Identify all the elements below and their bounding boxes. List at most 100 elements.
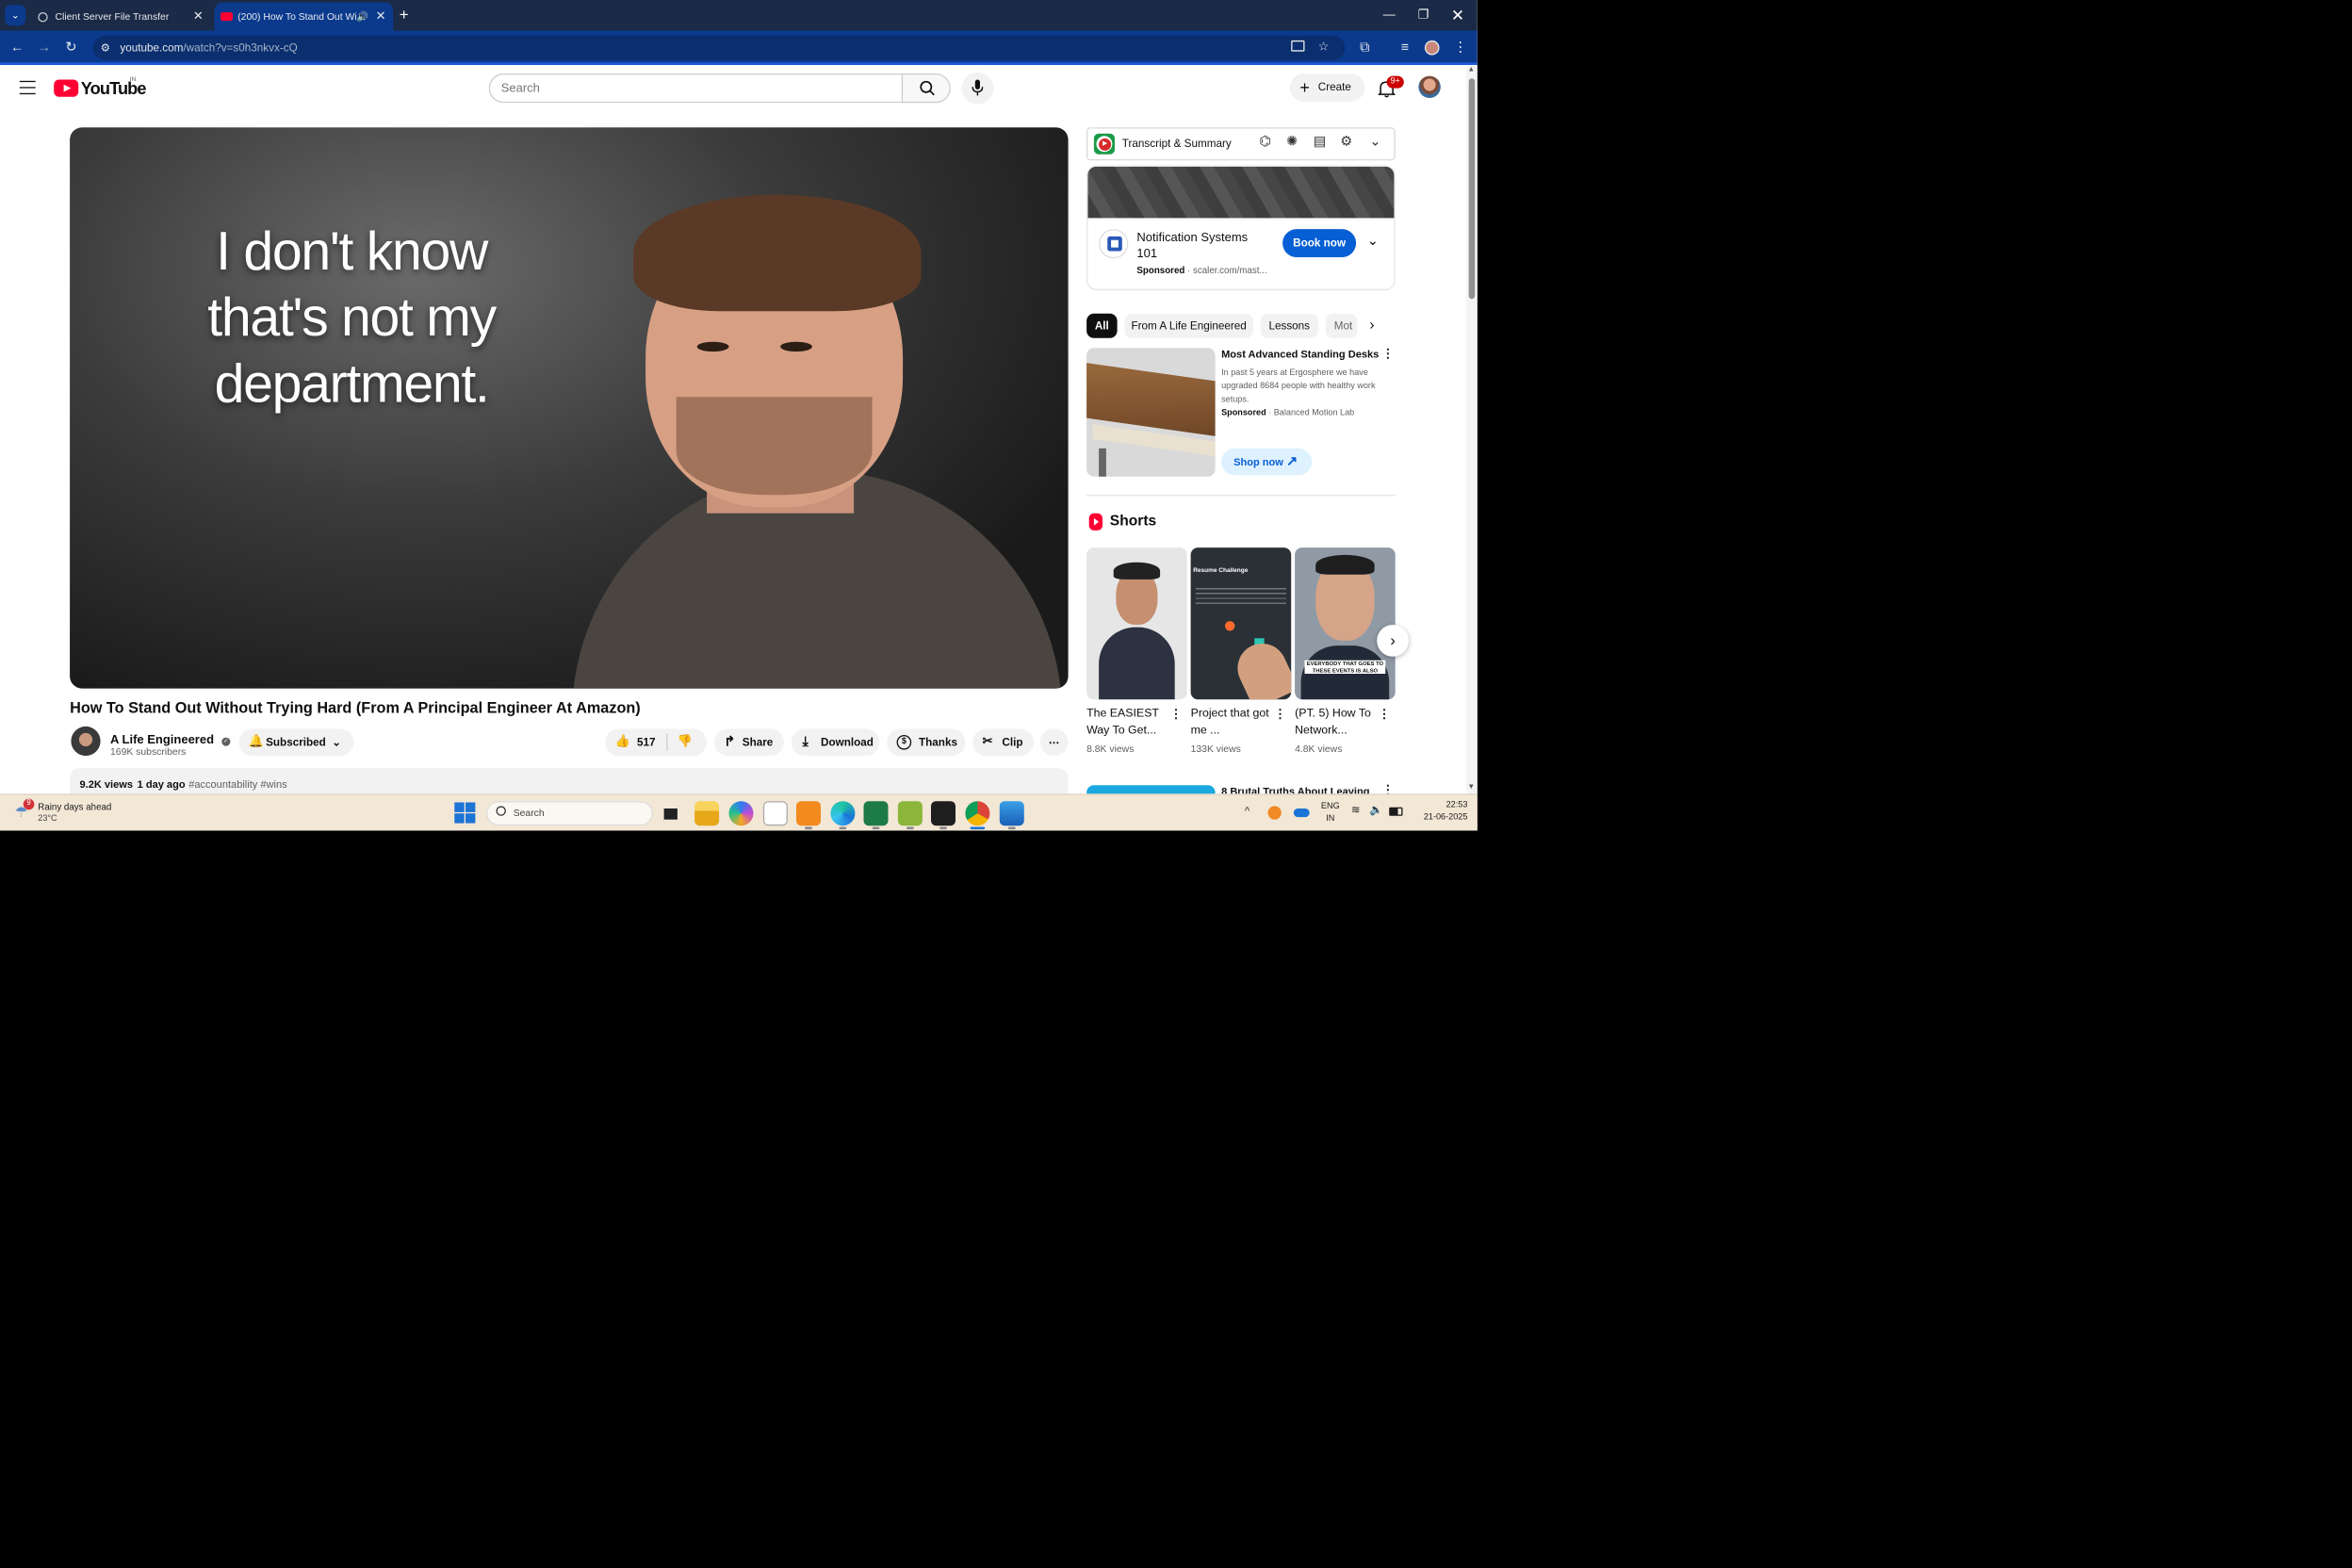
restore-button[interactable]: ❐	[1406, 0, 1440, 31]
dislike-button[interactable]: 👎	[668, 729, 708, 757]
weather-widget[interactable]: ☂ 9 Rainy days ahead 23°C	[12, 798, 135, 828]
close-tab-icon[interactable]: ✕	[376, 3, 386, 31]
chip-more[interactable]: Mot	[1325, 313, 1358, 338]
profile-avatar[interactable]	[1424, 40, 1440, 56]
chevron-down-icon[interactable]: ⌄	[1367, 233, 1379, 249]
thanks-button[interactable]: $ Thanks	[887, 728, 966, 757]
close-window-button[interactable]: ✕	[1441, 0, 1475, 31]
excel-icon[interactable]	[863, 801, 889, 826]
file-explorer-icon[interactable]	[694, 801, 720, 826]
reload-icon[interactable]: ↻	[58, 31, 83, 65]
download-button[interactable]: ⤓ Download	[791, 728, 880, 757]
robot-icon[interactable]: ⌬	[1259, 134, 1270, 150]
extensions-icon[interactable]: ⧉	[1352, 31, 1377, 65]
more-vertical-icon[interactable]: ⋮	[1381, 784, 1394, 793]
chevron-down-icon[interactable]: ⌄	[1369, 134, 1380, 150]
taskbar-search[interactable]: Search	[486, 801, 653, 826]
channel-avatar[interactable]	[71, 726, 101, 757]
more-vertical-icon[interactable]: ⋮	[1170, 708, 1183, 721]
back-icon[interactable]: ←	[5, 31, 29, 65]
clip-button[interactable]: ✂ Clip	[972, 728, 1035, 757]
chrome-icon[interactable]	[965, 801, 990, 826]
media-controls-icon[interactable]: ≡	[1393, 31, 1417, 65]
search-button[interactable]	[901, 74, 951, 104]
scroll-up-arrow[interactable]: ▲	[1467, 66, 1475, 74]
search-input[interactable]	[490, 74, 882, 102]
shop-now-button[interactable]: Shop now ↗	[1221, 448, 1313, 476]
speaker-icon[interactable]: 🔊	[356, 3, 368, 31]
short-views: 133K views	[1190, 743, 1241, 755]
wifi-icon[interactable]: ≋	[1351, 804, 1361, 817]
new-tab-button[interactable]: +	[400, 4, 416, 25]
tab-search-button[interactable]: ⌄	[5, 5, 26, 26]
short-thumb-caption: Resume Challenge	[1193, 566, 1249, 575]
scrollbar-thumb[interactable]	[1468, 78, 1476, 300]
description-box[interactable]: 9.2K views 1 day ago #accountability #wi…	[70, 768, 1069, 794]
next-video-thumbnail[interactable]	[1086, 785, 1216, 794]
browser-tab-client-server[interactable]: Client Server File Transfer ✕	[32, 3, 211, 31]
volume-icon[interactable]: 🔈	[1369, 804, 1383, 817]
download-icon: ⤓	[802, 735, 808, 750]
ad-card-notification-systems[interactable]: Notification Systems 101 Sponsored · sca…	[1086, 165, 1396, 291]
store-icon[interactable]	[762, 801, 788, 826]
show-hidden-icons[interactable]: ^	[1245, 805, 1250, 817]
battery-icon[interactable]	[1389, 807, 1403, 816]
forward-icon[interactable]: →	[32, 31, 57, 65]
tab-title: Client Server File Transfer	[55, 10, 170, 23]
tray-app-icon[interactable]	[1267, 806, 1282, 820]
short-item[interactable]: The EASIEST Way To Get... ⋮ 8.8K views	[1086, 547, 1187, 762]
page-scrollbar[interactable]: ▲ ▼	[1466, 66, 1478, 794]
search-box[interactable]	[488, 74, 904, 104]
chip-from-channel[interactable]: From A Life Engineered	[1124, 313, 1253, 338]
video-player[interactable]: I don't know that's not my department.	[70, 127, 1069, 689]
browser-menu-icon[interactable]: ⋮	[1448, 31, 1473, 65]
weather-title: Rainy days ahead	[38, 801, 112, 812]
address-bar[interactable]: ⚙ youtube.com/watch?v=s0h3nkvx-cQ ☆	[92, 35, 1346, 60]
more-vertical-icon[interactable]: ⋮	[1274, 708, 1286, 721]
account-avatar[interactable]	[1418, 75, 1441, 98]
copilot-icon[interactable]	[728, 801, 754, 826]
minimize-button[interactable]: —	[1372, 0, 1406, 31]
chatgpt-icon[interactable]: ✺	[1286, 134, 1298, 150]
site-info-icon[interactable]: ⚙	[101, 36, 111, 60]
more-vertical-icon[interactable]: ⋮	[1379, 708, 1391, 721]
close-tab-icon[interactable]: ✕	[193, 3, 204, 31]
start-button[interactable]	[454, 802, 476, 824]
chip-lessons[interactable]: Lessons	[1260, 313, 1318, 338]
subscribed-button[interactable]: 🔔 Subscribed ⌄	[238, 728, 354, 757]
photos-icon[interactable]	[999, 801, 1024, 826]
create-button[interactable]: + Create	[1289, 74, 1365, 102]
notifications-button[interactable]: 9+	[1375, 75, 1404, 101]
voice-search-button[interactable]	[961, 72, 994, 105]
bookmark-star-icon[interactable]: ☆	[1318, 36, 1330, 60]
settings-gear-icon[interactable]: ⚙	[1340, 134, 1352, 150]
next-video-title[interactable]: 8 Brutal Truths About Leaving	[1221, 785, 1369, 793]
hamburger-menu-icon[interactable]	[19, 80, 36, 95]
sponsored-label: Sponsored	[1221, 409, 1266, 418]
short-item[interactable]: EVERYBODY THAT GOES TO THESE EVENTS IS A…	[1295, 547, 1396, 762]
browser-tab-youtube[interactable]: (200) How To Stand Out Wi 🔊 ✕	[214, 2, 394, 31]
transcript-icon[interactable]: ▤	[1314, 134, 1327, 150]
chevron-right-icon[interactable]: ›	[1369, 316, 1374, 333]
shorts-next-button[interactable]: ›	[1377, 625, 1409, 657]
chip-all[interactable]: All	[1086, 313, 1118, 338]
scroll-down-arrow[interactable]: ▼	[1467, 784, 1475, 792]
language-indicator[interactable]: ENG IN	[1319, 801, 1341, 825]
ad-card-standing-desks[interactable]: Most Advanced Standing Desks ⋮ In past 5…	[1086, 348, 1396, 480]
video-title: How To Stand Out Without Trying Hard (Fr…	[70, 699, 641, 717]
more-vertical-icon[interactable]: ⋮	[1381, 348, 1394, 361]
like-button[interactable]: 👍 517	[605, 729, 666, 757]
edge-icon[interactable]	[830, 801, 856, 826]
share-button[interactable]: ↱ Share	[713, 728, 784, 757]
task-view-icon[interactable]	[659, 801, 683, 825]
notes-icon[interactable]	[897, 801, 923, 826]
onedrive-icon[interactable]	[1293, 808, 1310, 818]
book-now-button[interactable]: Book now	[1282, 229, 1357, 257]
install-icon[interactable]	[1291, 40, 1305, 52]
hashtags[interactable]: #accountability #wins	[188, 778, 286, 791]
short-item[interactable]: Resume Challenge Project that got me ...…	[1190, 547, 1292, 762]
clock[interactable]: 22:53 21-06-2025	[1409, 800, 1468, 825]
more-actions-button[interactable]: ⋯	[1039, 728, 1069, 757]
terminal-icon[interactable]	[930, 801, 956, 826]
app-orange-icon[interactable]	[795, 801, 821, 826]
